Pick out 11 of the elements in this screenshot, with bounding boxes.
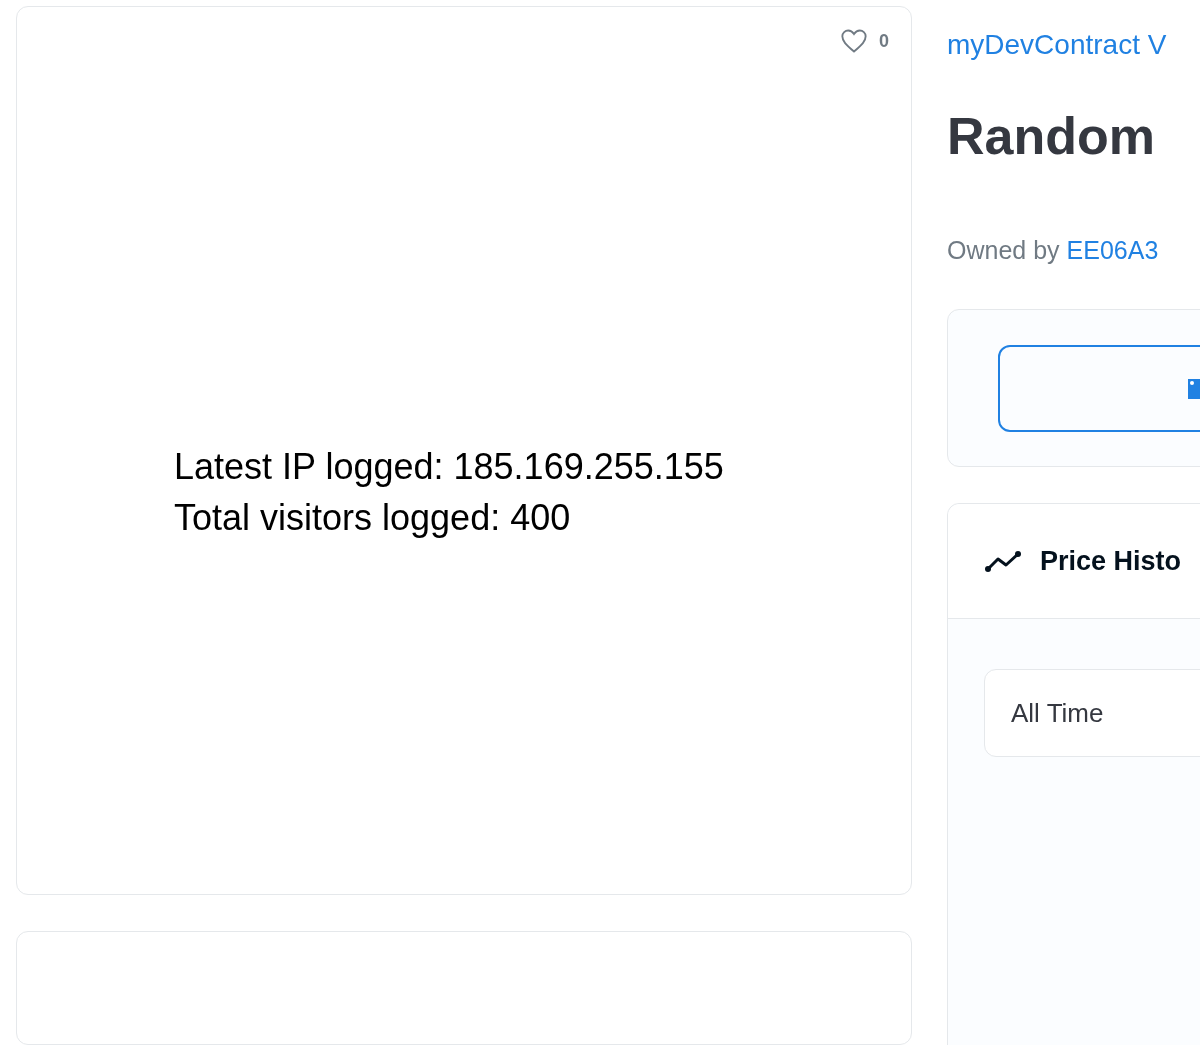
item-title: Random xyxy=(947,106,1156,166)
collection-link[interactable]: myDevContract V xyxy=(947,26,1200,64)
owner-label: Owned by xyxy=(947,236,1060,265)
heart-icon[interactable] xyxy=(839,27,869,55)
price-history-title: Price Histo xyxy=(1040,545,1182,577)
owner-link[interactable]: EE06A3 xyxy=(1066,236,1159,265)
media-text-line: Total visitors logged: 400 xyxy=(174,495,572,540)
media-text-line: Latest IP logged: 185.169.255.155 xyxy=(174,444,724,489)
period-dropdown[interactable]: All Time xyxy=(984,669,1200,757)
like-count: 0 xyxy=(879,30,889,52)
trend-line-icon xyxy=(984,549,1024,573)
